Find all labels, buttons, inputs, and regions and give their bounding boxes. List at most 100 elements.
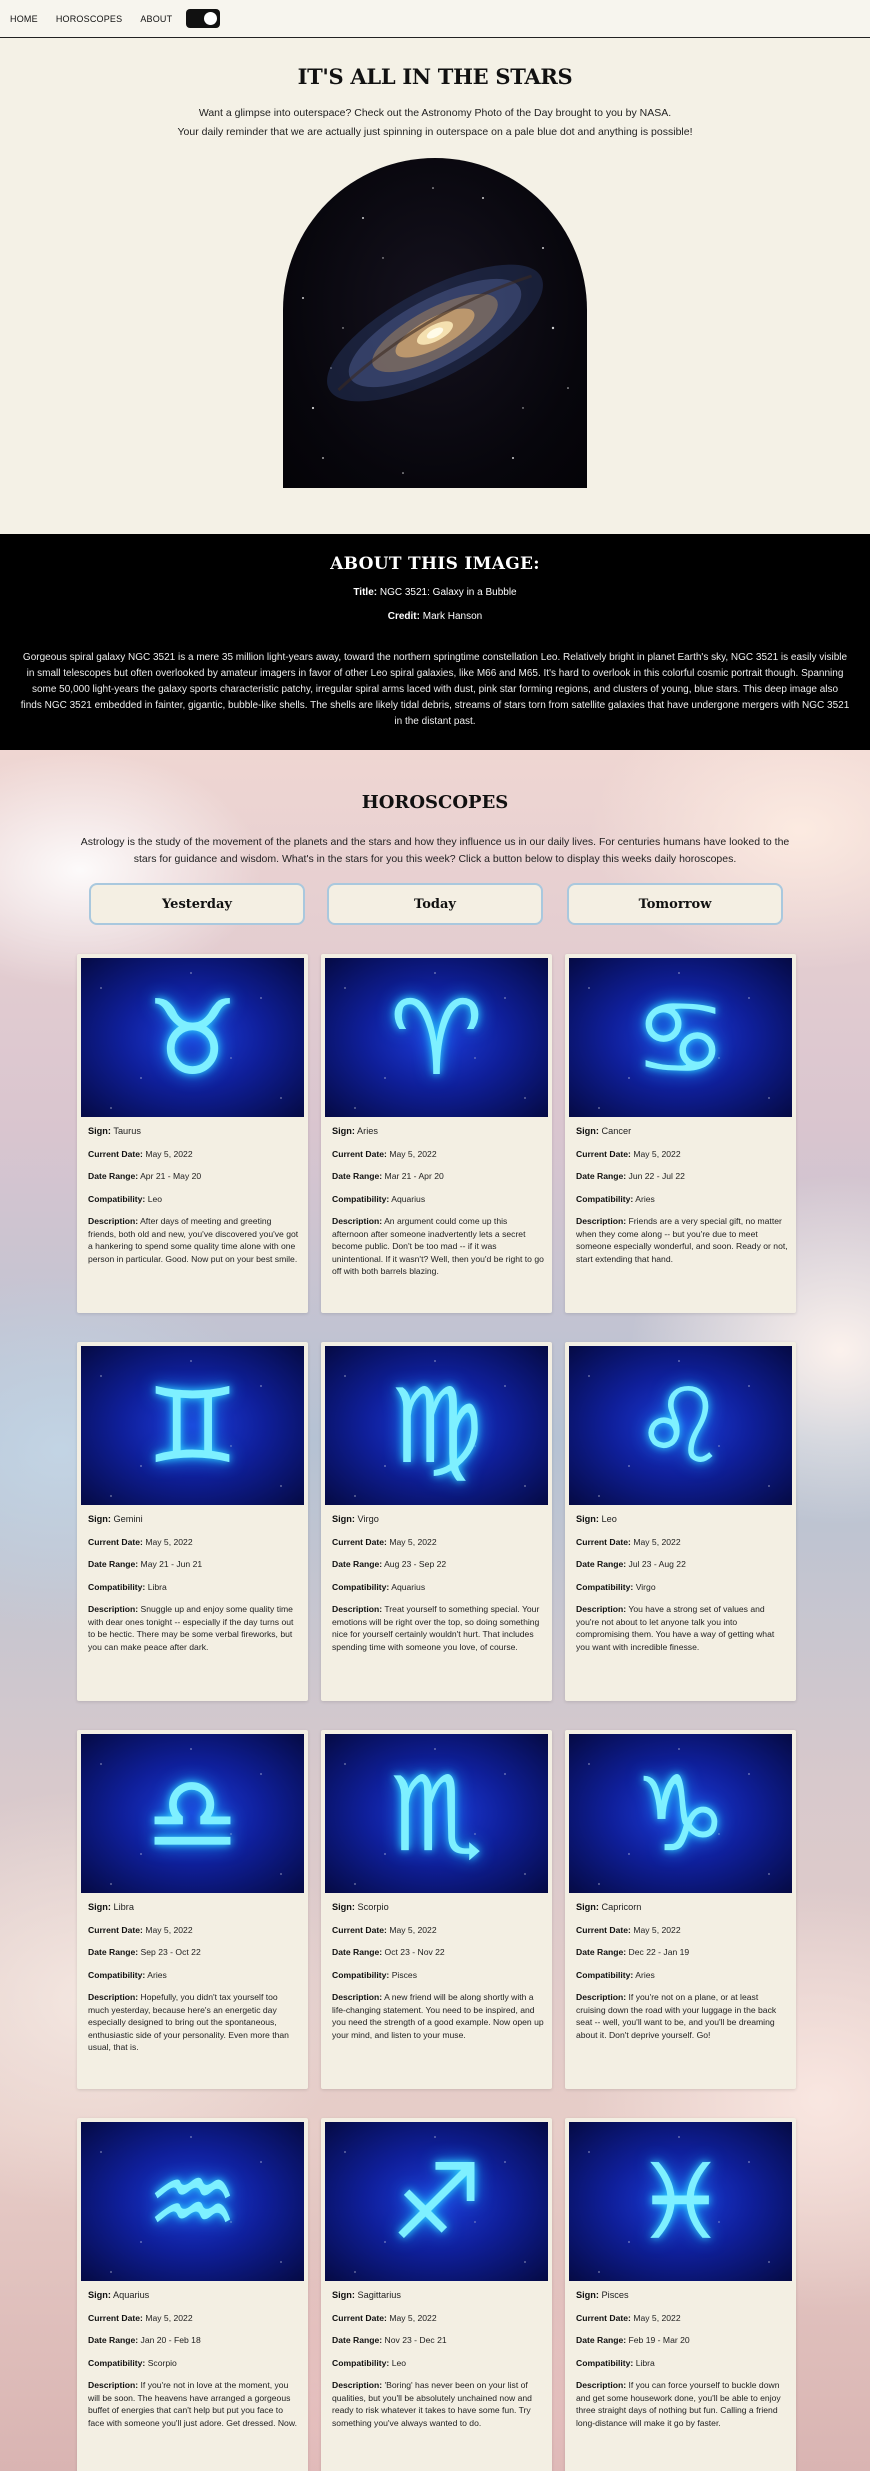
today-button[interactable]: Today bbox=[327, 883, 543, 925]
yesterday-button[interactable]: Yesterday bbox=[89, 883, 305, 925]
date-range-value: Feb 19 - Mar 20 bbox=[628, 2335, 690, 2345]
compatibility-row: Compatibility: Scorpio bbox=[88, 2357, 300, 2370]
date-range-value: Nov 23 - Dec 21 bbox=[384, 2335, 447, 2345]
date-range-value: Jul 23 - Aug 22 bbox=[628, 1559, 686, 1569]
sign-value: Taurus bbox=[113, 1126, 141, 1136]
compatibility-value: Aries bbox=[635, 1193, 655, 1204]
tomorrow-button[interactable]: Tomorrow bbox=[567, 883, 783, 925]
date-range-value: Aug 23 - Sep 22 bbox=[384, 1559, 447, 1569]
date-range-label: Date Range: bbox=[332, 2335, 383, 2345]
current-date-row: Current Date: May 5, 2022 bbox=[88, 1148, 300, 1161]
image-credit-value: Mark Hanson bbox=[422, 611, 483, 622]
sign-row: Sign: Cancer bbox=[576, 1125, 788, 1138]
current-date-value: May 5, 2022 bbox=[145, 1536, 193, 1547]
description-row: Description: After days of meeting and g… bbox=[88, 1215, 300, 1265]
horoscope-card: ♐ Sign: Sagittarius Current Date: May 5, 2… bbox=[321, 2118, 552, 2471]
horoscope-info: Sign: Libra Current Date: May 5, 2022 Date… bbox=[88, 1901, 300, 2064]
current-date-value: May 5, 2022 bbox=[633, 2312, 681, 2323]
nav-horoscopes-link[interactable]: HOROSCOPES bbox=[56, 14, 123, 24]
compatibility-label: Compatibility: bbox=[88, 1193, 146, 1204]
sign-label: Sign: bbox=[88, 2290, 111, 2300]
date-range-row: Date Range: Jan 20 - Feb 18 bbox=[88, 2334, 300, 2347]
current-date-label: Current Date: bbox=[88, 1536, 143, 1547]
horoscope-card: ♈ Sign: Aries Current Date: May 5, 2022 Dat… bbox=[321, 954, 552, 1313]
sign-label: Sign: bbox=[332, 2290, 355, 2300]
current-date-label: Current Date: bbox=[576, 2312, 631, 2323]
compatibility-value: Aquarius bbox=[391, 1193, 426, 1204]
current-date-row: Current Date: May 5, 2022 bbox=[88, 2312, 300, 2325]
current-date-label: Current Date: bbox=[88, 2312, 143, 2323]
description-label: Description: bbox=[332, 2380, 383, 2390]
horoscope-card: ♓ Sign: Pisces Current Date: May 5, 2022 Da… bbox=[565, 2118, 796, 2471]
sign-value: Libra bbox=[113, 1902, 134, 1912]
horoscope-card: ♊ Sign: Gemini Current Date: May 5, 2022 Da… bbox=[77, 1342, 308, 1701]
horoscope-info: Sign: Taurus Current Date: May 5, 2022 Dat… bbox=[88, 1125, 300, 1275]
horoscope-card: ♋ Sign: Cancer Current Date: May 5, 2022 Da… bbox=[565, 954, 796, 1313]
compatibility-row: Compatibility: Virgo bbox=[576, 1581, 788, 1594]
date-range-value: May 21 - Jun 21 bbox=[140, 1559, 203, 1569]
date-range-value: Jan 20 - Feb 18 bbox=[140, 2335, 201, 2345]
sign-value: Sagittarius bbox=[357, 2290, 401, 2300]
date-range-label: Date Range: bbox=[332, 1559, 383, 1569]
compatibility-value: Libra bbox=[147, 1581, 167, 1592]
compatibility-value: Scorpio bbox=[147, 2357, 177, 2368]
description-label: Description: bbox=[576, 1992, 627, 2002]
sign-label: Sign: bbox=[332, 1126, 355, 1136]
description-row: Description: Hopefully, you didn't tax y… bbox=[88, 1991, 300, 2054]
sign-value: Gemini bbox=[113, 1514, 143, 1524]
nav-about-link[interactable]: ABOUT bbox=[140, 14, 172, 24]
zodiac-image: ♎ bbox=[81, 1734, 304, 1893]
image-description: Gorgeous spiral galaxy NGC 3521 is a mer… bbox=[20, 652, 850, 727]
sign-value: Pisces bbox=[601, 2290, 629, 2300]
sign-label: Sign: bbox=[88, 1126, 111, 1136]
date-range-value: Jun 22 - Jul 22 bbox=[628, 1171, 685, 1181]
compatibility-value: Aries bbox=[635, 1969, 655, 1980]
sign-row: Sign: Gemini bbox=[88, 1513, 300, 1526]
aquarius-icon: ♒ bbox=[145, 2140, 240, 2263]
description-row: Description: Treat yourself to something… bbox=[332, 1603, 544, 1653]
description-row: Description: If you can force yourself t… bbox=[576, 2379, 788, 2429]
horoscope-info: Sign: Scorpio Current Date: May 5, 2022 Da… bbox=[332, 1901, 544, 2051]
description-row: Description: 'Boring' has never been on … bbox=[332, 2379, 544, 2429]
theme-toggle[interactable] bbox=[186, 9, 221, 28]
current-date-value: May 5, 2022 bbox=[633, 1148, 681, 1159]
current-date-label: Current Date: bbox=[332, 2312, 387, 2323]
description-label: Description: bbox=[576, 1604, 627, 1614]
pisces-icon: ♓ bbox=[633, 2140, 728, 2263]
zodiac-image: ♉ bbox=[81, 958, 304, 1117]
sign-row: Sign: Pisces bbox=[576, 2289, 788, 2302]
horoscope-card: ♌ Sign: Leo Current Date: May 5, 2022 Date … bbox=[565, 1342, 796, 1701]
current-date-value: May 5, 2022 bbox=[389, 2312, 437, 2323]
date-range-label: Date Range: bbox=[88, 1947, 139, 1957]
zodiac-image: ♏ bbox=[325, 1734, 548, 1893]
date-range-label: Date Range: bbox=[332, 1947, 383, 1957]
sign-value: Capricorn bbox=[601, 1902, 642, 1912]
current-date-label: Current Date: bbox=[576, 1924, 631, 1935]
current-date-label: Current Date: bbox=[88, 1924, 143, 1935]
compatibility-row: Compatibility: Leo bbox=[88, 1193, 300, 1206]
date-range-row: Date Range: Sep 23 - Oct 22 bbox=[88, 1946, 300, 1959]
sign-row: Sign: Sagittarius bbox=[332, 2289, 544, 2302]
current-date-label: Current Date: bbox=[332, 1924, 387, 1935]
current-date-row: Current Date: May 5, 2022 bbox=[576, 1536, 788, 1549]
zodiac-image: ♌ bbox=[569, 1346, 792, 1505]
date-range-value: Apr 21 - May 20 bbox=[140, 1171, 202, 1181]
sign-value: Scorpio bbox=[357, 1902, 389, 1912]
current-date-row: Current Date: May 5, 2022 bbox=[332, 1148, 544, 1161]
current-date-value: May 5, 2022 bbox=[389, 1924, 437, 1935]
compatibility-row: Compatibility: Libra bbox=[88, 1581, 300, 1594]
nav-home-link[interactable]: HOME bbox=[10, 14, 38, 24]
capricorn-icon: ♑ bbox=[633, 1752, 728, 1875]
sign-row: Sign: Taurus bbox=[88, 1125, 300, 1138]
page-title: IT'S ALL IN THE STARS bbox=[297, 64, 573, 89]
description-row: Description: You have a strong set of va… bbox=[576, 1603, 788, 1653]
description-label: Description: bbox=[88, 1992, 139, 2002]
leo-icon: ♌ bbox=[633, 1364, 728, 1487]
description-row: Description: An argument could come up t… bbox=[332, 1215, 544, 1278]
current-date-label: Current Date: bbox=[88, 1148, 143, 1159]
current-date-value: May 5, 2022 bbox=[389, 1148, 437, 1159]
date-range-label: Date Range: bbox=[576, 1947, 627, 1957]
zodiac-image: ♒ bbox=[81, 2122, 304, 2281]
cancer-icon: ♋ bbox=[633, 976, 728, 1099]
sign-row: Sign: Virgo bbox=[332, 1513, 544, 1526]
